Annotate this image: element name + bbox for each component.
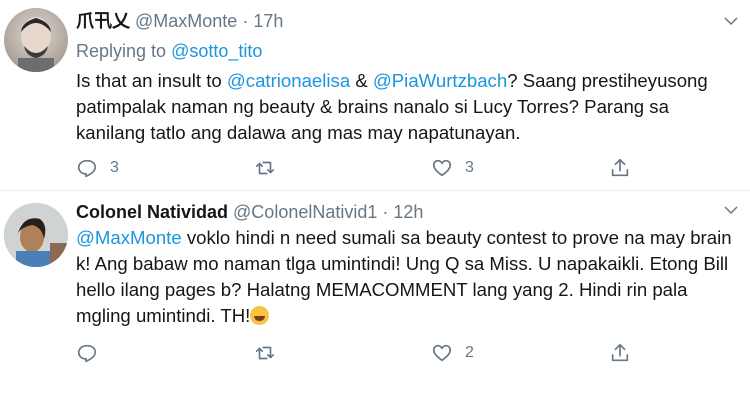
- chevron-down-icon[interactable]: [722, 12, 740, 30]
- share-icon: [611, 343, 629, 362]
- avatar[interactable]: [4, 203, 68, 267]
- avatar-photo: [4, 203, 68, 267]
- retweet-button[interactable]: [254, 156, 288, 180]
- share-button[interactable]: [609, 156, 631, 180]
- mention-link[interactable]: @catrionaelisa: [227, 70, 350, 91]
- share-button[interactable]: [609, 341, 631, 365]
- reply-count: 3: [110, 159, 119, 176]
- heart-icon: [432, 344, 452, 362]
- reply-icon: [77, 344, 97, 363]
- avatar-photo: [18, 17, 54, 72]
- timestamp[interactable]: 17h: [253, 11, 283, 31]
- reply-button[interactable]: 3: [76, 156, 119, 180]
- retweet-button[interactable]: [254, 341, 288, 365]
- timestamp[interactable]: 12h: [393, 202, 423, 222]
- user-handle[interactable]: @ColonelNativid1: [233, 202, 377, 222]
- mention-link[interactable]: @PiaWurtzbach: [373, 70, 507, 91]
- user-handle[interactable]: @MaxMonte: [135, 11, 237, 31]
- replying-to-line: Replying to @sotto_tito: [76, 40, 262, 62]
- display-name[interactable]: Colonel Natividad: [76, 202, 228, 222]
- retweet-icon: [255, 161, 275, 175]
- chevron-down-icon[interactable]: [722, 201, 740, 219]
- tweet[interactable]: 爪卂乂 @MaxMonte · 17h Replying to @sotto_t…: [0, 0, 750, 191]
- display-name[interactable]: 爪卂乂: [76, 11, 130, 31]
- tweet-text-part: &: [350, 70, 373, 91]
- reply-button[interactable]: [76, 341, 110, 365]
- separator-dot: ·: [242, 11, 249, 31]
- mention-link[interactable]: @MaxMonte: [76, 227, 182, 248]
- replying-to-mention[interactable]: @sotto_tito: [171, 41, 262, 61]
- tweet[interactable]: Colonel Natividad @ColonelNativid1 · 12h…: [0, 191, 750, 400]
- tweet-text: Is that an insult to @catrionaelisa & @P…: [76, 68, 736, 146]
- like-count: 2: [465, 344, 474, 361]
- like-count: 3: [465, 159, 474, 176]
- tweet-text-part: Is that an insult to: [76, 70, 227, 91]
- avatar[interactable]: [4, 8, 68, 72]
- reply-icon: [77, 159, 97, 178]
- face-with-tears-of-joy-emoji: [250, 306, 270, 325]
- retweet-icon: [255, 346, 275, 360]
- replying-to-label: Replying to: [76, 41, 167, 61]
- tweet-text: @MaxMonte voklo hindi n need sumali sa b…: [76, 225, 736, 329]
- heart-icon: [432, 159, 452, 177]
- share-icon: [611, 158, 629, 177]
- like-button[interactable]: 2: [431, 341, 474, 365]
- like-button[interactable]: 3: [431, 156, 474, 180]
- separator-dot: ·: [382, 202, 389, 222]
